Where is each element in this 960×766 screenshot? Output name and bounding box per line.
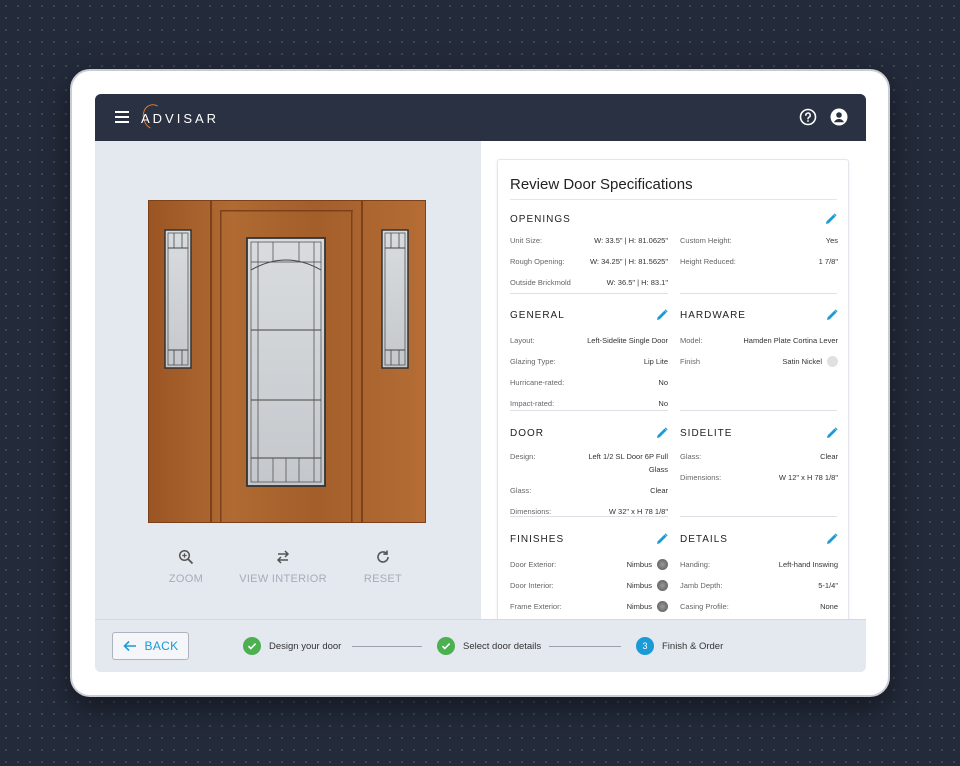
back-button[interactable]: BACK bbox=[112, 632, 189, 660]
hardware-section: HARDWARE Model: Hamden Plate Cortina Leve… bbox=[680, 304, 838, 368]
step-select-door-details[interactable]: Select door details bbox=[437, 637, 541, 655]
spec-row: Design: Left 1/2 SL Door 6P Full Glass bbox=[510, 452, 668, 474]
step-label: Select door details bbox=[463, 640, 542, 652]
reset-label: RESET bbox=[363, 573, 403, 585]
zoom-button[interactable]: ZOOM bbox=[136, 549, 236, 585]
step-number: 3 bbox=[636, 637, 654, 655]
section-divider bbox=[680, 293, 837, 294]
step-connector bbox=[549, 646, 621, 647]
refresh-icon bbox=[377, 550, 389, 563]
spec-row: Glass: Clear bbox=[510, 486, 668, 495]
section-title: HARDWARE bbox=[680, 309, 746, 321]
specs-title: Review Door Specifications bbox=[510, 176, 693, 193]
section-title: OPENINGS bbox=[510, 213, 571, 225]
edit-pencil-icon[interactable] bbox=[826, 533, 838, 545]
step-label: Design your door bbox=[269, 640, 342, 652]
openings-right-col: Custom Height: Yes Height Reduced: 1 7/8" bbox=[680, 226, 838, 268]
spec-row: Glass: Clear bbox=[680, 452, 838, 461]
specs-pane: Review Door Specifications OPENINGS Unit… bbox=[481, 141, 866, 639]
edit-pencil-icon[interactable] bbox=[825, 213, 837, 225]
brand-name: ADVISAR bbox=[141, 111, 220, 126]
section-divider bbox=[510, 293, 668, 294]
door-preview-pane: ZOOM VIEW INTERIOR RESET bbox=[95, 141, 481, 619]
swap-arrows-icon bbox=[276, 550, 290, 564]
edit-pencil-icon[interactable] bbox=[656, 533, 668, 545]
step-label: Finish & Order bbox=[662, 640, 724, 652]
section-title: FINISHES bbox=[510, 533, 565, 545]
spec-row: Dimensions: W 12" x H 78 1/8" bbox=[680, 473, 838, 482]
spec-row: Door Exterior: Nimbus bbox=[510, 558, 668, 571]
step-finish-order[interactable]: 3 Finish & Order bbox=[636, 637, 723, 655]
view-interior-button[interactable]: VIEW INTERIOR bbox=[233, 549, 333, 585]
top-bar: ADVISAR bbox=[95, 94, 866, 141]
spec-row: Jamb Depth: 5-1/4" bbox=[680, 581, 838, 590]
spec-row: Handing: Left-hand Inswing bbox=[680, 560, 838, 569]
spec-row: Unit Size: W: 33.5" | H: 81.0625" bbox=[510, 236, 668, 245]
section-divider bbox=[680, 410, 837, 411]
sidelite-section: SIDELITE Glass: Clear Dimensions: W 12" x … bbox=[680, 422, 838, 484]
spec-row: Layout: Left-Sidelite Single Door bbox=[510, 336, 668, 345]
general-section: GENERAL Layout: Left-Sidelite Single Door… bbox=[510, 304, 668, 410]
edit-pencil-icon[interactable] bbox=[656, 427, 668, 439]
section-divider bbox=[510, 516, 668, 517]
section-divider bbox=[680, 516, 837, 517]
section-title: DOOR bbox=[510, 427, 544, 439]
reset-button[interactable]: RESET bbox=[333, 549, 433, 585]
section-title: GENERAL bbox=[510, 309, 565, 321]
brand-logo[interactable]: ADVISAR bbox=[139, 101, 216, 133]
hamburger-menu-icon[interactable] bbox=[115, 111, 129, 123]
spec-row: Casing Profile: None bbox=[680, 602, 838, 611]
finish-swatch bbox=[827, 356, 838, 367]
zoom-in-icon bbox=[178, 549, 194, 565]
specs-card: Review Door Specifications OPENINGS Unit… bbox=[497, 159, 849, 639]
spec-row: Height Reduced: 1 7/8" bbox=[680, 257, 838, 266]
finishes-section: FINISHES Door Exterior: Nimbus Door Inter… bbox=[510, 528, 668, 613]
spec-row: Frame Exterior: Nimbus bbox=[510, 600, 668, 613]
spec-row: Custom Height: Yes bbox=[680, 236, 838, 245]
section-title: DETAILS bbox=[680, 533, 728, 545]
title-divider bbox=[510, 199, 837, 200]
spec-row: Finish Satin Nickel bbox=[680, 355, 838, 368]
spec-row: Model: Hamden Plate Cortina Lever bbox=[680, 336, 838, 345]
spec-row: Rough Opening: W: 34.25" | H: 81.5625" bbox=[510, 257, 668, 266]
app-screen: ADVISAR ZOOM VIEW INTERIOR RESET Review … bbox=[95, 94, 866, 672]
edit-pencil-icon[interactable] bbox=[826, 427, 838, 439]
back-label: BACK bbox=[144, 639, 179, 653]
openings-left-col: Unit Size: W: 33.5" | H: 81.0625" Rough O… bbox=[510, 226, 668, 289]
spec-row: Impact-rated: No bbox=[510, 399, 668, 408]
check-icon bbox=[243, 637, 261, 655]
color-swatch bbox=[657, 580, 668, 591]
check-icon bbox=[437, 637, 455, 655]
step-design-your-door[interactable]: Design your door bbox=[243, 637, 341, 655]
bottom-bar: BACK Design your door Select door detail… bbox=[95, 619, 866, 672]
help-icon[interactable] bbox=[799, 108, 817, 126]
section-title: SIDELITE bbox=[680, 427, 733, 439]
section-divider bbox=[510, 410, 668, 411]
spec-row: Glazing Type: Lip Lite bbox=[510, 357, 668, 366]
color-swatch bbox=[657, 601, 668, 612]
user-icon[interactable] bbox=[830, 108, 848, 126]
door-preview-image bbox=[148, 200, 426, 523]
edit-pencil-icon[interactable] bbox=[826, 309, 838, 321]
zoom-label: ZOOM bbox=[168, 573, 204, 585]
edit-pencil-icon[interactable] bbox=[656, 309, 668, 321]
spec-row: Door Interior: Nimbus bbox=[510, 579, 668, 592]
details-section: DETAILS Handing: Left-hand Inswing Jamb D… bbox=[680, 528, 838, 613]
door-section: DOOR Design: Left 1/2 SL Door 6P Full Gla… bbox=[510, 422, 668, 518]
spec-row: Hurricane-rated: No bbox=[510, 378, 668, 387]
step-connector bbox=[352, 646, 422, 647]
arrow-left-icon bbox=[122, 640, 136, 652]
color-swatch bbox=[657, 559, 668, 570]
spec-row: Outside Brickmold W: 36.5" | H: 83.1" bbox=[510, 278, 668, 287]
view-interior-label: VIEW INTERIOR bbox=[239, 573, 327, 585]
